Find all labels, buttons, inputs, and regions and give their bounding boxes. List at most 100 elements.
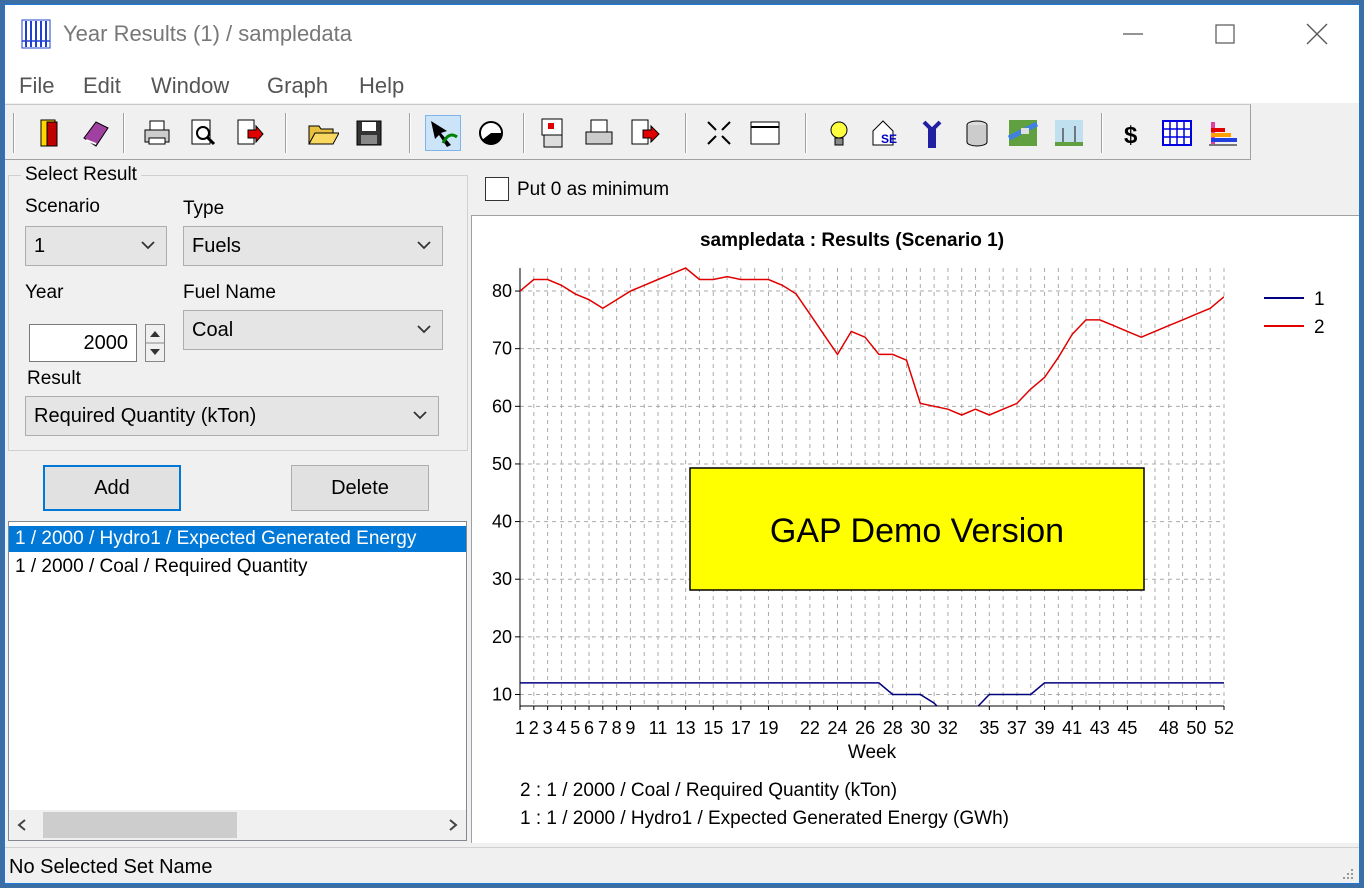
window-icon[interactable] [747, 115, 783, 151]
pie-icon[interactable] [473, 115, 509, 151]
x-tick-label: 39 [1035, 718, 1055, 738]
map-icon[interactable] [1005, 115, 1041, 151]
select-result-group: Select Result Scenario 1 Type Fuels Year… [8, 164, 468, 451]
x-tick-label: 41 [1062, 718, 1082, 738]
x-tick-label: 37 [1007, 718, 1027, 738]
scrollbar-thumb[interactable] [43, 812, 237, 838]
result-value: Required Quantity (kTon) [34, 405, 257, 427]
y-tick-label: 60 [492, 396, 512, 416]
toolbar-separator [409, 113, 411, 153]
menu-window[interactable]: Window [151, 73, 229, 99]
toolbar-separator [805, 113, 807, 153]
y-tick-label: 80 [492, 281, 512, 301]
x-tick-label: 11 [649, 718, 668, 738]
delete-button[interactable]: Delete [291, 465, 429, 511]
y-tick-label: 50 [492, 454, 512, 474]
menu-graph[interactable]: Graph [267, 73, 328, 99]
x-tick-label: 9 [625, 718, 635, 738]
toolbar-separator [13, 113, 15, 153]
menu-help[interactable]: Help [359, 73, 404, 99]
select-result-label: Select Result [21, 164, 141, 186]
copy-chart-icon[interactable] [535, 115, 571, 151]
menu-file[interactable]: File [19, 73, 54, 99]
maximize-icon [1215, 24, 1235, 44]
database-icon[interactable] [959, 115, 995, 151]
toolbar-separator [285, 113, 287, 153]
close-icon [1306, 23, 1328, 45]
chart-caption-line: 1 : 1 / 2000 / Hydro1 / Expected Generat… [520, 808, 1009, 829]
add-button[interactable]: Add [43, 465, 181, 511]
x-tick-label: 13 [676, 718, 696, 738]
x-tick-label: 3 [543, 718, 553, 738]
list-item[interactable]: 1 / 2000 / Hydro1 / Expected Generated E… [9, 526, 466, 552]
exit-icon[interactable] [31, 115, 67, 151]
result-select[interactable]: Required Quantity (kTon) [25, 396, 439, 436]
type-select[interactable]: Fuels [183, 226, 443, 266]
put-zero-minimum-checkbox[interactable] [485, 177, 509, 201]
close-button[interactable] [1271, 5, 1359, 63]
result-label: Result [27, 368, 81, 389]
scenario-select[interactable]: 1 [25, 226, 167, 266]
result-list[interactable]: 1 / 2000 / Hydro1 / Expected Generated E… [8, 521, 467, 841]
tools-icon[interactable] [913, 115, 949, 151]
fuel-name-select[interactable]: Coal [183, 310, 443, 350]
dollar-icon[interactable]: $ [1113, 115, 1149, 151]
maximize-button[interactable] [1179, 5, 1271, 63]
horizontal-scrollbar[interactable] [9, 810, 466, 840]
open-folder-icon[interactable] [305, 115, 341, 151]
print-preview-icon[interactable] [185, 115, 221, 151]
bulb-icon[interactable] [821, 115, 857, 151]
export-chart-icon[interactable] [627, 115, 663, 151]
year-label: Year [25, 282, 64, 303]
x-tick-label: 43 [1090, 718, 1110, 738]
print-chart-icon[interactable] [581, 115, 617, 151]
book-icon[interactable] [77, 115, 113, 151]
x-tick-label: 4 [556, 718, 566, 738]
svg-text:$: $ [1124, 122, 1138, 148]
grid-icon[interactable] [1159, 115, 1195, 151]
toolbar-separator [123, 113, 125, 153]
x-tick-label: 6 [584, 718, 594, 738]
app-grid-icon [21, 19, 51, 49]
year-stepper[interactable] [145, 324, 165, 362]
legend-label-1: 1 [1314, 289, 1325, 310]
status-bar: No Selected Set Name [5, 847, 1359, 883]
scenario-value: 1 [34, 235, 46, 257]
fuel-name-label: Fuel Name [183, 282, 276, 303]
pointer-icon[interactable] [425, 115, 461, 151]
chevron-down-icon [141, 241, 155, 250]
right-panel: Put 0 as minimum sampledata : Results (S… [469, 163, 1359, 843]
y-tick-label: 40 [492, 512, 512, 532]
house-icon[interactable]: SE [867, 115, 903, 151]
chart: sampledata : Results (Scenario 1) 10 20 30 4… [492, 230, 1325, 829]
menu-edit[interactable]: Edit [83, 73, 121, 99]
y-tick-label: 30 [492, 569, 512, 589]
zoom-icon[interactable] [701, 115, 737, 151]
toolbar-separator [685, 113, 687, 153]
x-tick-label: 28 [883, 718, 903, 738]
toolbar: SE $ [5, 104, 1251, 160]
wind-icon[interactable] [1051, 115, 1087, 151]
save-icon[interactable] [351, 115, 387, 151]
year-field[interactable]: 2000 [29, 324, 137, 362]
status-text: No Selected Set Name [9, 856, 213, 878]
chart-icon[interactable] [1205, 115, 1241, 151]
x-tick-label: 32 [938, 718, 958, 738]
scroll-left-icon[interactable] [15, 818, 29, 832]
scroll-right-icon[interactable] [446, 818, 460, 832]
title-bar: Year Results (1) / sampledata [5, 5, 1359, 63]
x-tick-label: 17 [731, 718, 751, 738]
x-tick-label: 26 [855, 718, 875, 738]
x-tick-label: 22 [800, 718, 820, 738]
y-tick-label: 20 [492, 627, 512, 647]
resize-grip-icon[interactable] [1339, 865, 1355, 881]
print-icon[interactable] [139, 115, 175, 151]
x-tick-label: 1 [515, 718, 525, 738]
export-icon[interactable] [231, 115, 267, 151]
minimize-button[interactable] [1087, 5, 1179, 63]
chevron-down-icon [417, 325, 431, 334]
series-line-1 [520, 682, 1224, 706]
fuel-name-value: Coal [192, 319, 234, 341]
x-tick-label: 30 [910, 718, 930, 738]
list-item[interactable]: 1 / 2000 / Coal / Required Quantity [9, 554, 466, 580]
